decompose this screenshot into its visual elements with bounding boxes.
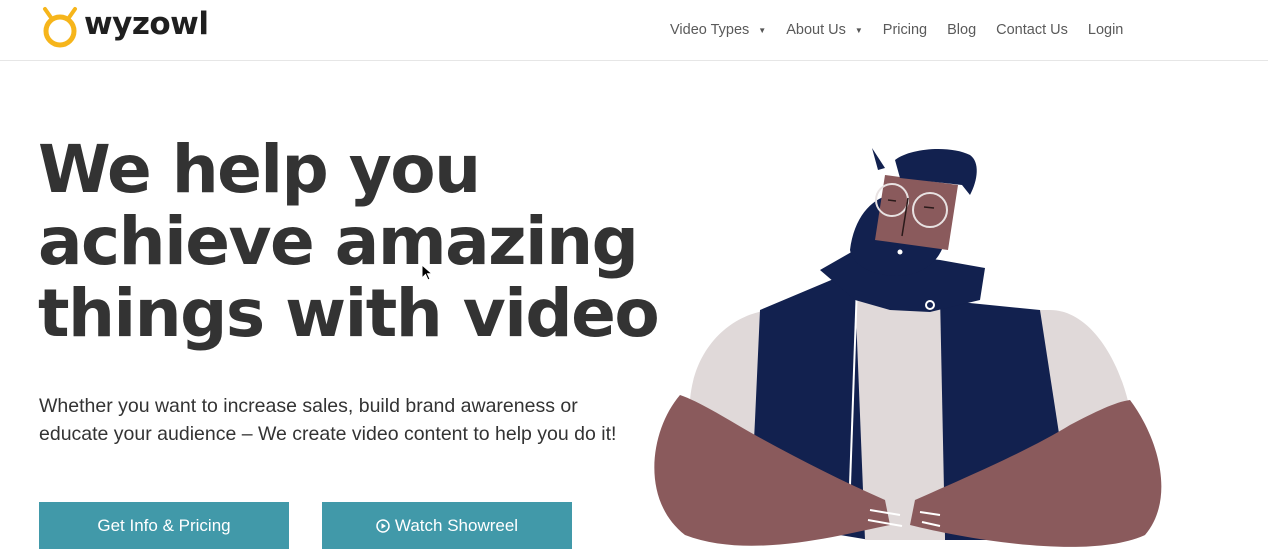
nav-item-label: About Us bbox=[786, 22, 846, 38]
watch-showreel-button[interactable]: Watch Showreel bbox=[322, 502, 572, 549]
mouse-cursor-icon bbox=[421, 264, 433, 281]
nav-item-label: Pricing bbox=[882, 22, 928, 38]
main-nav: Video Types ▼ About Us ▼ Pricing Blog Co… bbox=[660, 0, 1133, 60]
wyzowl-logo[interactable]: wyzowl bbox=[40, 5, 209, 48]
nav-item-contact-us[interactable]: Contact Us bbox=[996, 22, 1068, 38]
nav-item-video-types[interactable]: Video Types ▼ bbox=[670, 22, 766, 38]
headline-line: things with video bbox=[38, 275, 660, 352]
hero-subtext: Whether you want to increase sales, buil… bbox=[39, 395, 617, 445]
hero-headline: We help you achieve amazing things with … bbox=[38, 134, 678, 350]
nav-item-pricing[interactable]: Pricing bbox=[883, 22, 927, 38]
nav-item-label: Login bbox=[1087, 22, 1124, 38]
nav-item-label: Blog bbox=[947, 22, 977, 38]
headline-line: We help you bbox=[38, 131, 481, 208]
get-info-pricing-button[interactable]: Get Info & Pricing bbox=[39, 502, 289, 549]
man-illustration bbox=[654, 148, 1162, 547]
wyzowl-owl-icon bbox=[43, 7, 77, 48]
button-label: Watch Showreel bbox=[394, 515, 519, 535]
nav-item-about-us[interactable]: About Us ▼ bbox=[786, 22, 863, 38]
nav-item-label: Contact Us bbox=[996, 22, 1068, 38]
headline-line: achieve amazing bbox=[38, 203, 639, 280]
play-circle-icon bbox=[376, 518, 390, 533]
nav-item-login[interactable]: Login bbox=[1088, 22, 1123, 38]
nav-item-blog[interactable]: Blog bbox=[947, 22, 976, 38]
caret-down-icon: ▼ bbox=[758, 25, 767, 35]
site-header: wyzowl Video Types ▼ About Us ▼ Pricing … bbox=[0, 0, 1268, 61]
nav-item-label: Video Types bbox=[670, 22, 750, 38]
brand-name: wyzowl bbox=[84, 5, 209, 42]
button-label: Get Info & Pricing bbox=[97, 515, 231, 535]
caret-down-icon: ▼ bbox=[854, 25, 863, 35]
